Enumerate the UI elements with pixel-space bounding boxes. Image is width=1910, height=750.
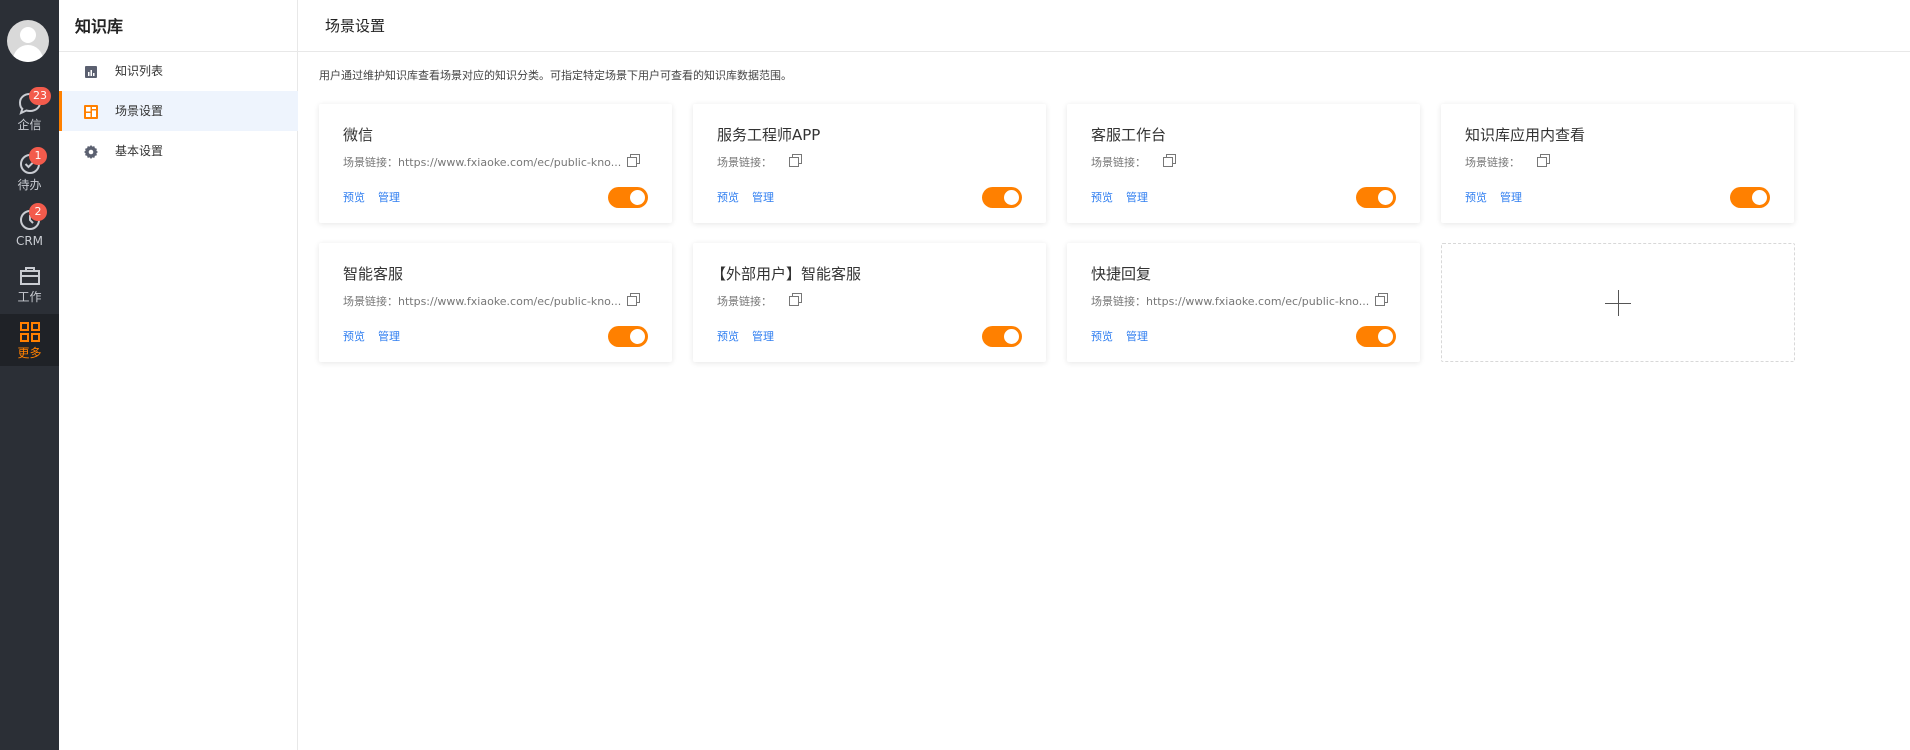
layout-icon	[84, 105, 98, 119]
scene-card: 快捷回复 场景链接：https://www.fxiaoke.com/ec/pub…	[1067, 243, 1420, 362]
manage-link[interactable]: 管理	[378, 191, 400, 204]
scene-link: 场景链接：	[717, 156, 772, 169]
sidebar-item-scene-settings[interactable]: 场景设置	[59, 91, 298, 131]
page-description: 用户通过维护知识库查看场景对应的知识分类。可指定特定场景下用户可查看的知识库数据…	[319, 69, 792, 82]
avatar[interactable]	[7, 20, 49, 62]
briefcase-icon	[19, 267, 40, 285]
preview-link[interactable]: 预览	[1091, 191, 1113, 204]
scene-toggle[interactable]	[608, 187, 648, 208]
scene-toggle[interactable]	[1356, 187, 1396, 208]
bar-chart-icon	[85, 66, 97, 78]
scene-title: 知识库应用内查看	[1465, 126, 1586, 144]
copy-icon[interactable]	[1375, 293, 1388, 306]
scene-link: 场景链接：https://www.fxiaoke.com/ec/public-k…	[343, 156, 622, 169]
scene-link: 场景链接：https://www.fxiaoke.com/ec/public-k…	[1091, 295, 1370, 308]
manage-link[interactable]: 管理	[1126, 191, 1148, 204]
sidebar-title: 知识库	[75, 17, 124, 36]
rail-item-chat[interactable]: 企信 23	[0, 87, 59, 146]
scene-card: 客服工作台 场景链接： 预览 管理	[1067, 104, 1420, 223]
grid-icon	[19, 322, 40, 342]
rail-label: 工作	[17, 290, 42, 304]
preview-link[interactable]: 预览	[1091, 330, 1113, 343]
divider	[298, 51, 1910, 52]
scene-title: 快捷回复	[1091, 265, 1152, 283]
page-title: 场景设置	[325, 17, 386, 35]
sidebar-item-label: 基本设置	[115, 144, 164, 158]
scene-toggle[interactable]	[608, 326, 648, 347]
scene-link: 场景链接：	[717, 295, 772, 308]
gear-icon	[84, 145, 98, 159]
preview-link[interactable]: 预览	[343, 330, 365, 343]
copy-icon[interactable]	[789, 154, 802, 167]
scene-card: 服务工程师APP 场景链接： 预览 管理	[693, 104, 1046, 223]
manage-link[interactable]: 管理	[378, 330, 400, 343]
manage-link[interactable]: 管理	[752, 330, 774, 343]
rail-label: 企信	[17, 118, 42, 132]
sidebar-item-knowledge-list[interactable]: 知识列表	[59, 51, 298, 91]
crm-badge: 2	[29, 203, 47, 221]
scene-card: 知识库应用内查看 场景链接： 预览 管理	[1441, 104, 1794, 223]
preview-link[interactable]: 预览	[717, 191, 739, 204]
rail-item-todo[interactable]: 待办 1	[0, 147, 59, 206]
rail-item-crm[interactable]: CRM 2	[0, 203, 59, 262]
scene-title: 微信	[343, 126, 374, 144]
rail-label: CRM	[15, 234, 44, 248]
scene-title: 【外部用户】智能客服	[711, 265, 862, 283]
scene-toggle[interactable]	[1730, 187, 1770, 208]
preview-link[interactable]: 预览	[717, 330, 739, 343]
copy-icon[interactable]	[789, 293, 802, 306]
rail-label: 更多	[17, 346, 42, 360]
scene-card: 智能客服 场景链接：https://www.fxiaoke.com/ec/pub…	[319, 243, 672, 362]
preview-link[interactable]: 预览	[343, 191, 365, 204]
copy-icon[interactable]	[1537, 154, 1550, 167]
manage-link[interactable]: 管理	[1126, 330, 1148, 343]
unread-badge: 23	[29, 87, 51, 105]
sidebar-item-basic-settings[interactable]: 基本设置	[59, 131, 298, 171]
knowledge-sidebar: 知识库 知识列表 场景设置 基本设置	[59, 0, 298, 750]
scene-link: 场景链接：https://www.fxiaoke.com/ec/public-k…	[343, 295, 622, 308]
scene-title: 智能客服	[343, 265, 404, 283]
todo-badge: 1	[29, 147, 47, 165]
add-scene-button[interactable]	[1441, 243, 1795, 362]
scene-title: 客服工作台	[1091, 126, 1167, 144]
scene-link: 场景链接：	[1465, 156, 1520, 169]
manage-link[interactable]: 管理	[752, 191, 774, 204]
scene-card: 【外部用户】智能客服 场景链接： 预览 管理	[693, 243, 1046, 362]
main-content: 场景设置 用户通过维护知识库查看场景对应的知识分类。可指定特定场景下用户可查看的…	[298, 0, 1910, 750]
scene-toggle[interactable]	[982, 187, 1022, 208]
copy-icon[interactable]	[627, 154, 640, 167]
sidebar-item-label: 场景设置	[115, 104, 164, 118]
scene-toggle[interactable]	[982, 326, 1022, 347]
rail-item-work[interactable]: 工作	[0, 264, 59, 318]
scene-card: 微信 场景链接：https://www.fxiaoke.com/ec/publi…	[319, 104, 672, 223]
scene-toggle[interactable]	[1356, 326, 1396, 347]
app-rail: 企信 23 待办 1 CRM 2 工作 更多	[0, 0, 59, 750]
rail-item-more[interactable]: 更多	[0, 314, 59, 366]
preview-link[interactable]: 预览	[1465, 191, 1487, 204]
copy-icon[interactable]	[1163, 154, 1176, 167]
manage-link[interactable]: 管理	[1500, 191, 1522, 204]
rail-label: 待办	[17, 178, 42, 192]
sidebar-item-label: 知识列表	[115, 64, 164, 78]
scene-title: 服务工程师APP	[717, 126, 821, 144]
scene-link: 场景链接：	[1091, 156, 1146, 169]
copy-icon[interactable]	[627, 293, 640, 306]
